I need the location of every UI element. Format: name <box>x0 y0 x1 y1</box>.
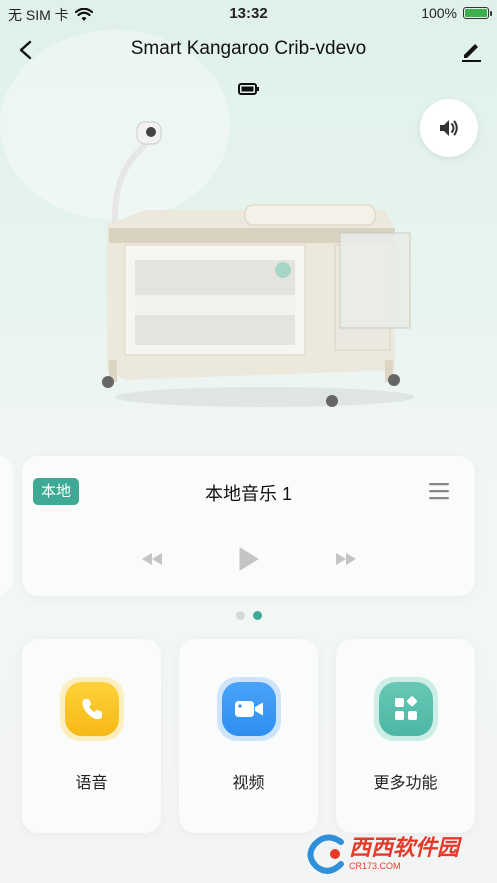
status-right: 100% <box>421 5 492 21</box>
more-functions-button[interactable]: 更多功能 <box>336 639 475 833</box>
voice-button[interactable]: 语音 <box>22 639 161 833</box>
phone-icon <box>65 682 119 736</box>
video-button[interactable]: 视频 <box>179 639 318 833</box>
phone-icon-wrap <box>60 677 124 741</box>
more-icon-wrap <box>374 677 438 741</box>
back-button[interactable] <box>12 36 40 64</box>
play-button[interactable] <box>236 546 260 572</box>
page-title: Smart Kangaroo Crib-vdevo <box>130 38 367 59</box>
pager-dots <box>0 611 497 620</box>
watermark-sub: CR173.COM <box>349 861 401 871</box>
video-camera-icon <box>222 682 276 736</box>
rewind-button[interactable] <box>141 549 163 569</box>
video-icon-wrap <box>217 677 281 741</box>
watermark-text: 西西软件园 <box>349 835 460 860</box>
status-bar: 无 SIM 卡 13:32 100% <box>0 0 497 26</box>
pencil-icon <box>462 44 481 62</box>
fast-forward-button[interactable] <box>335 549 357 569</box>
sound-button[interactable] <box>420 99 478 157</box>
pager-dot-active[interactable] <box>252 611 262 620</box>
speaker-icon <box>440 120 458 136</box>
music-player-card: 本地 本地音乐 1 <box>22 456 475 596</box>
more-functions-label: 更多功能 <box>373 775 438 792</box>
battery-percent: 100% <box>421 5 457 21</box>
watermark-icon <box>307 834 344 874</box>
previous-card-peek[interactable] <box>0 456 13 596</box>
crib-image <box>102 121 415 407</box>
playlist-icon[interactable] <box>429 482 449 500</box>
pager-dot[interactable] <box>235 611 245 620</box>
nav-bar: Smart Kangaroo Crib-vdevo <box>0 30 497 70</box>
watermark-logo: 西西软件园 CR173.COM <box>305 832 480 876</box>
battery-icon <box>463 7 492 19</box>
grid-more-icon <box>379 682 433 736</box>
device-battery-icon <box>238 83 259 95</box>
chevron-left-icon <box>19 40 32 60</box>
voice-label: 语音 <box>75 775 108 792</box>
music-title: 本地音乐 1 <box>204 484 292 504</box>
edit-button[interactable] <box>457 36 485 64</box>
video-label: 视频 <box>232 775 265 792</box>
